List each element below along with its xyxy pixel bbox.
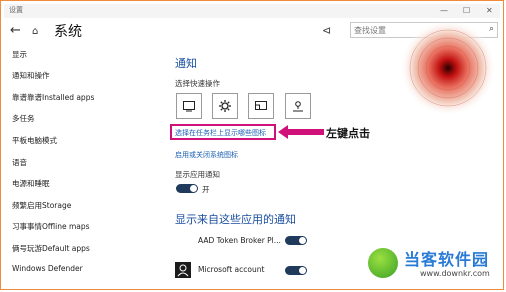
show-app-notifications-toggle[interactable] [176,184,198,193]
sidebar-item-installed-apps[interactable]: 靠谱靠谱Installed apps [12,92,94,103]
sidebar-item-power-sleep[interactable]: 电源和睡眠 [12,178,50,189]
close-button[interactable]: ✕ [486,6,493,16]
annotation-label: 左键点击 [326,127,370,140]
app-name-aad: AAD Token Broker Pl... [198,236,281,245]
home-icon[interactable]: ⌂ [32,25,38,39]
toggle-knob [299,267,306,274]
pin-icon[interactable]: ⊲ [322,24,331,37]
quick-action-connect[interactable] [248,93,274,119]
search-input[interactable] [354,24,472,36]
app-toggle-microsoft-account[interactable] [285,266,307,275]
quick-action-tablet-mode[interactable] [176,93,202,119]
tablet-mode-icon [183,101,195,112]
minimize-button[interactable]: — [440,6,448,16]
toggle-knob [299,237,306,244]
watermark-url: www.downkr.com [420,269,490,278]
sidebar-item-storage[interactable]: 频繁启用Storage [12,200,71,211]
search-icon[interactable]: ⌕ [489,24,494,34]
toggle-state-label: 开 [202,185,210,194]
watermark-logo: 当客软件园 www.downkr.com [348,236,504,290]
settings-gear-icon [219,100,231,112]
sidebar-item-notifications[interactable]: 通知和操作 [12,70,50,81]
annotation-arrow-icon [278,125,324,139]
quick-actions-label: 选择快速操作 [175,79,220,88]
system-icons-link[interactable]: 启用或关闭系统图标 [175,150,238,160]
sidebar-item-tablet-mode[interactable]: 平板电脑模式 [12,135,57,146]
sidebar-item-windows-defender[interactable]: Windows Defender [12,264,83,273]
notifications-section-title: 通知 [175,57,197,70]
app-toggle-aad[interactable] [285,236,307,245]
app-name-microsoft-account: Microsoft account [198,265,265,274]
sidebar-item-speech[interactable]: 语音 [12,157,27,168]
maximize-button[interactable]: ☐ [463,6,470,16]
watermark-leaf-icon [368,248,398,278]
sidebar-item-display[interactable]: 显示 [12,49,27,60]
window-titlebar: 设置 — ☐ ✕ [4,4,500,18]
search-box[interactable]: ⌕ [350,22,498,38]
quick-action-location[interactable] [285,93,311,119]
taskbar-icons-link[interactable]: 选择在任务栏上显示哪些图标 [175,128,266,138]
user-icon [177,264,189,277]
sidebar-item-multitasking[interactable]: 多任务 [12,113,35,124]
back-arrow-icon[interactable]: ← [10,23,21,39]
window-title: 设置 [9,6,23,14]
watermark-title: 当客软件园 [404,250,490,269]
apps-notifications-title: 显示来自这些应用的通知 [175,213,296,226]
toggle-knob [190,185,197,192]
app-icon-aad [175,232,191,248]
location-icon [293,101,303,112]
quick-action-settings[interactable] [212,93,238,119]
page-title: 系统 [54,24,82,40]
connect-icon [255,101,267,110]
app-icon-microsoft-account [175,262,191,278]
show-app-notifications-label: 显示应用通知 [175,170,220,179]
sidebar-item-offline-maps[interactable]: 习事事情Offline maps [12,221,90,232]
sidebar-item-default-apps[interactable]: 俩号玩游Default apps [12,243,90,254]
